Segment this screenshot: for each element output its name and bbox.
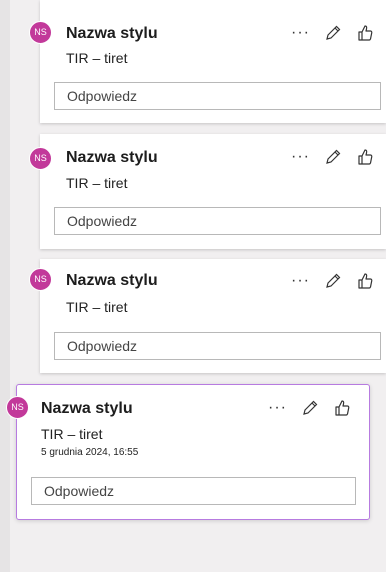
- comment-card[interactable]: NS Nazwa stylu ··· TIR – tiret Odpowiedz: [29, 134, 386, 249]
- pencil-icon[interactable]: [301, 399, 319, 417]
- comment-card[interactable]: NS Nazwa stylu ··· TIR – tiret Odpowiedz: [29, 0, 386, 123]
- thumbs-up-icon[interactable]: [356, 272, 374, 290]
- reply-input[interactable]: Odpowiedz: [54, 332, 381, 360]
- avatar: NS: [29, 147, 52, 170]
- left-edge: [0, 0, 10, 572]
- thumbs-up-icon[interactable]: [356, 148, 374, 166]
- comment-author: Nazwa stylu: [41, 400, 133, 417]
- comment-author: Nazwa stylu: [66, 149, 158, 166]
- comment-actions: ···: [268, 399, 351, 417]
- thumbs-up-icon[interactable]: [356, 24, 374, 42]
- avatar: NS: [6, 396, 29, 419]
- comment-timestamp: 5 grudnia 2024, 16:55: [41, 447, 139, 458]
- avatar: NS: [29, 268, 52, 291]
- avatar: NS: [29, 21, 52, 44]
- thumbs-up-icon[interactable]: [333, 399, 351, 417]
- more-button[interactable]: ···: [291, 273, 310, 289]
- comment-actions: ···: [291, 148, 374, 166]
- pencil-icon[interactable]: [324, 24, 342, 42]
- comment-author: Nazwa stylu: [66, 272, 158, 289]
- comment-card[interactable]: NS Nazwa stylu ··· TIR – tiret Odpowiedz: [29, 259, 386, 373]
- reply-input[interactable]: Odpowiedz: [54, 82, 381, 110]
- comment-text: TIR – tiret: [41, 426, 103, 442]
- more-button[interactable]: ···: [268, 400, 287, 416]
- pencil-icon[interactable]: [324, 272, 342, 290]
- comment-card-active[interactable]: NS Nazwa stylu ··· TIR – tiret 5 grudnia…: [6, 384, 370, 520]
- reply-input[interactable]: Odpowiedz: [31, 477, 356, 505]
- comment-text: TIR – tiret: [66, 175, 128, 191]
- reply-input[interactable]: Odpowiedz: [54, 207, 381, 235]
- comment-actions: ···: [291, 24, 374, 42]
- more-button[interactable]: ···: [291, 25, 310, 41]
- comment-author: Nazwa stylu: [66, 25, 158, 42]
- more-button[interactable]: ···: [291, 149, 310, 165]
- comment-text: TIR – tiret: [66, 50, 128, 66]
- comment-actions: ···: [291, 272, 374, 290]
- pencil-icon[interactable]: [324, 148, 342, 166]
- comment-text: TIR – tiret: [66, 299, 128, 315]
